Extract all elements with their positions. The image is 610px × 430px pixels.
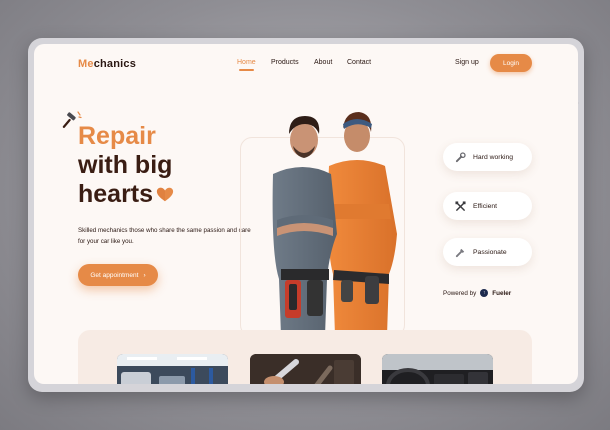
feature-label: Hard working bbox=[473, 153, 514, 161]
wrench-icon bbox=[455, 151, 466, 163]
dashboard-thumbnail[interactable] bbox=[382, 354, 493, 384]
signup-link[interactable]: Sign up bbox=[455, 59, 479, 66]
spanner-icon bbox=[455, 247, 466, 258]
powered-brand[interactable]: Fueler bbox=[492, 290, 511, 297]
top-navbar: Mechanics Home Products About Contact Si… bbox=[34, 44, 578, 84]
chevron-right-icon: › bbox=[143, 271, 146, 279]
login-button[interactable]: Login bbox=[490, 54, 532, 72]
feature-efficient: Efficient bbox=[443, 192, 532, 220]
landing-page: Mechanics Home Products About Contact Si… bbox=[34, 44, 578, 384]
heart-icon bbox=[156, 187, 174, 202]
powered-by: Powered by ↑ Fueler bbox=[443, 289, 511, 297]
hero-title: Repair with big hearts bbox=[78, 122, 174, 209]
get-appointment-button[interactable]: Get appointment › bbox=[78, 264, 158, 286]
hero-title-line2: with big bbox=[78, 151, 173, 179]
nav-contact[interactable]: Contact bbox=[347, 59, 371, 66]
garage-thumbnail[interactable] bbox=[117, 354, 228, 384]
fueler-logo-icon: ↑ bbox=[480, 289, 489, 297]
feature-label: Passionate bbox=[473, 248, 507, 256]
hero-title-line3: hearts bbox=[78, 180, 154, 208]
logo-rest: chanics bbox=[93, 58, 137, 70]
feature-hard-working: Hard working bbox=[443, 143, 532, 171]
nav-home[interactable]: Home bbox=[237, 59, 256, 71]
mechanics-photo bbox=[272, 112, 397, 336]
logo-prefix: Me bbox=[78, 58, 94, 70]
tools-thumbnail[interactable] bbox=[250, 354, 361, 384]
tools-icon bbox=[455, 200, 466, 212]
nav-products[interactable]: Products bbox=[271, 59, 299, 66]
brand-logo[interactable]: Mechanics bbox=[78, 58, 136, 70]
nav-about[interactable]: About bbox=[314, 59, 332, 66]
feature-passionate: Passionate bbox=[443, 238, 532, 266]
feature-label: Efficient bbox=[473, 202, 498, 210]
hero-title-accent: Repair bbox=[78, 122, 156, 150]
cta-label: Get appointment bbox=[90, 271, 139, 279]
powered-prefix: Powered by bbox=[443, 289, 477, 297]
